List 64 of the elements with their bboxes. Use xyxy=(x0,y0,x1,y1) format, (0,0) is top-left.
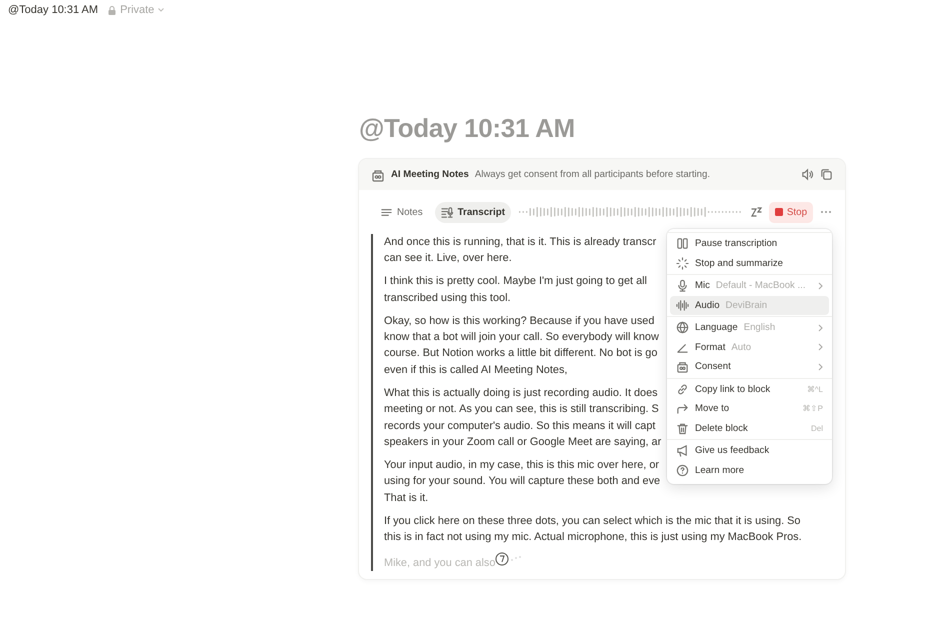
tab[interactable]: Notes xyxy=(374,202,429,222)
menu-item-label: Give us feedback xyxy=(695,445,770,456)
menu-item-label: Language xyxy=(695,322,738,334)
meeting-icon xyxy=(676,360,689,374)
typing-indicator-icon xyxy=(495,552,524,566)
transcript-paragraph: Your input audio, in my case, this is this mic over here, or using for your sound. You will capture these both and eve That is it. xyxy=(384,458,660,506)
menu-item-value: Default - MacBook ... xyxy=(716,280,806,292)
menu-item[interactable]: Audio DeviBrain xyxy=(670,296,829,315)
menu-item-label: Audio xyxy=(695,300,720,311)
tab[interactable]: Transcript xyxy=(434,202,511,222)
menu-item[interactable]: Copy link to block ⌘^L xyxy=(670,380,829,399)
menu-item-value: Auto xyxy=(731,342,752,353)
page-title: @Today 10:31 AM xyxy=(359,113,576,144)
live-transcript-text: Mike, and you can also xyxy=(384,556,496,571)
menu-item[interactable]: Move to ⌘⇧P xyxy=(670,399,829,418)
menu-item[interactable]: Mic Default - MacBook ... xyxy=(670,276,829,296)
shortcut-hint: ⌘^L xyxy=(806,384,823,394)
menu-item[interactable]: Stop and summarize xyxy=(670,254,829,273)
shortcut-hint: Del xyxy=(810,424,823,433)
pause-icon xyxy=(676,237,689,250)
transcript-paragraph: I think this is pretty cool. Maybe I'm just going to get all transcribed using this tool. xyxy=(384,274,647,306)
menu-item[interactable]: Consent xyxy=(670,357,829,376)
menu-item-value: DeviBrain xyxy=(726,300,768,311)
menu-item[interactable]: Learn more xyxy=(670,460,829,480)
link-icon xyxy=(676,382,689,396)
sparkle-icon xyxy=(676,256,689,270)
sleep-icon[interactable] xyxy=(748,205,763,219)
menu-item-label: Delete block xyxy=(695,422,748,434)
page-breadcrumb[interactable]: @Today 10:31 AM xyxy=(8,4,98,16)
arrow-icon xyxy=(676,402,689,416)
menu-item[interactable]: Format Auto xyxy=(670,338,829,357)
transcript-paragraph: What this is actually doing is just recording audio. It does meeting or not. As you can see, this is still transcribing. S records your computer's audio. So this means it will capt speakers in your Zoom call or Google Meet are saying, ar xyxy=(384,386,662,450)
microphone-icon xyxy=(676,279,689,292)
stop-button[interactable]: Stop xyxy=(768,202,814,222)
menu-item[interactable]: Delete block Del xyxy=(670,418,829,438)
menu-item-label: Copy link to block xyxy=(695,384,770,395)
megaphone-icon xyxy=(676,444,689,458)
trash-icon xyxy=(676,422,689,435)
chevron-down-icon xyxy=(158,8,164,12)
menu-item-label: Stop and summarize xyxy=(695,258,783,269)
menu-item[interactable]: Language English xyxy=(670,318,829,338)
lock-icon xyxy=(108,6,116,14)
consent-notice: Always get consent from all participants before starting. xyxy=(474,169,710,180)
menu-item-label: Pause transcription xyxy=(695,238,778,250)
menu-item-label: Mic xyxy=(695,280,710,292)
menu-item-value: English xyxy=(744,322,776,334)
menu-item[interactable]: Give us feedback xyxy=(670,441,829,460)
transcript-paragraph: If you click here on these three dots, you can select which is the mic that it is using. So this is in fact not using my mic. Actual microphone, this is just using my MacBook Pros. xyxy=(384,514,802,545)
menu-item[interactable]: Pause transcription xyxy=(670,234,829,254)
shortcut-hint: ⌘⇧P xyxy=(802,404,823,414)
block-name: AI Meeting Notes xyxy=(391,169,469,180)
speaker-icon[interactable] xyxy=(801,168,814,181)
help-icon xyxy=(676,464,689,477)
menu-item-label: Learn more xyxy=(695,464,744,476)
globe-icon xyxy=(676,321,689,334)
meeting-icon xyxy=(371,168,385,182)
menu-item-label: Format xyxy=(695,342,726,353)
transcript-paragraph: And once this is running, that is it. This is already transcr can see it. Live, over here. xyxy=(384,235,656,266)
transcript-paragraph: Okay, so how is this working? Because if you have used know that a bot will join your call. So everybody will know course. But Notion works a little bit different. No bot is go even if this is called AI Meeting Notes, xyxy=(384,314,659,378)
transcript-icon xyxy=(440,206,454,218)
copy-icon[interactable] xyxy=(820,168,833,181)
audio-wave-icon xyxy=(676,298,689,312)
menu-item-label: Consent xyxy=(695,361,731,372)
menu-item-label: Move to xyxy=(695,403,730,414)
